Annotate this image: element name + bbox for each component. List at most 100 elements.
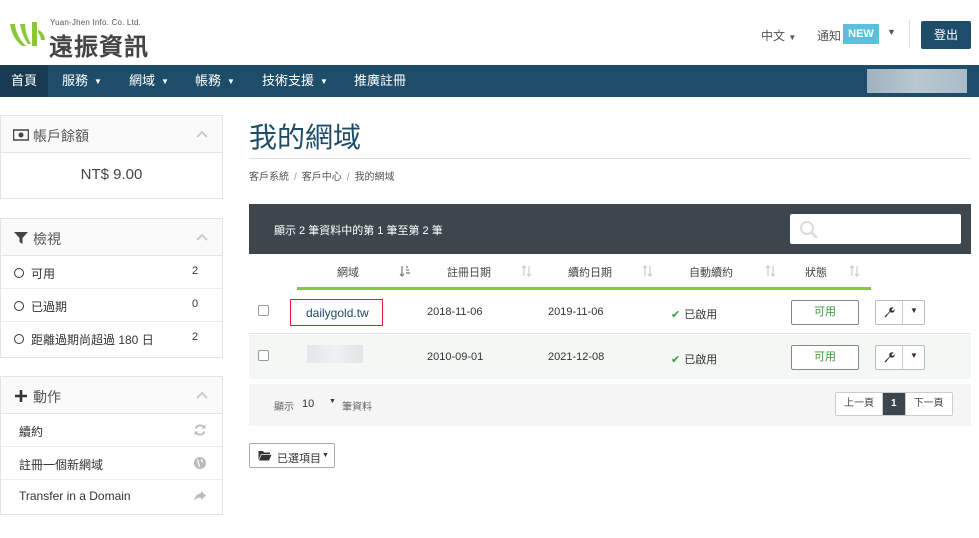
page-size-suffix: 筆資料	[342, 402, 372, 413]
search-input[interactable]	[790, 214, 961, 244]
filter-icon	[14, 232, 28, 244]
breadcrumb-item: 我的網域	[354, 172, 395, 183]
registered-date: 2018-11-06	[427, 306, 483, 318]
actions-panel-title: 動作	[33, 389, 61, 405]
chevron-up-icon[interactable]	[196, 129, 208, 139]
nav-item-label: 推廣註冊	[354, 73, 407, 88]
plus-icon	[15, 390, 27, 402]
registered-date: 2010-09-01	[427, 351, 484, 363]
logo-company-name: Yuan-Jhen Info. Co. Ltd.	[50, 18, 142, 27]
view-filter-expired[interactable]: 已過期 0	[1, 289, 222, 322]
nav-item-services[interactable]: 服務 ▼	[62, 65, 102, 97]
nav-item-label: 首頁	[10, 73, 37, 88]
chevron-up-icon[interactable]	[196, 390, 208, 400]
chevron-down-icon: ▼	[322, 452, 329, 459]
nav-item-domains[interactable]: 網域 ▼	[129, 65, 169, 97]
action-label: 註冊一個新網域	[19, 458, 104, 472]
view-filter-count: 2	[192, 265, 199, 277]
column-header-status[interactable]: 狀態	[781, 254, 871, 290]
radio-icon[interactable]	[14, 268, 24, 278]
folder-open-icon	[258, 451, 272, 461]
action-label: 續約	[19, 425, 44, 439]
chevron-down-icon[interactable]: ▼	[329, 398, 336, 405]
status-button[interactable]: 可用	[791, 300, 859, 325]
auto-renew-status: ✔ 已啟用	[671, 306, 717, 322]
user-account-menu[interactable]	[867, 69, 967, 93]
balance-panel-header[interactable]: 帳戶餘額	[1, 116, 222, 153]
balance-panel-title: 帳戶餘額	[33, 128, 89, 144]
check-icon: ✔	[671, 354, 681, 366]
page-title: 我的網域	[249, 122, 362, 153]
nav-item-home[interactable]: 首頁	[0, 65, 48, 97]
column-header-label: 自動續約	[689, 267, 733, 279]
sort-icon	[849, 265, 860, 277]
domain-link[interactable]: dailygold.tw	[306, 306, 369, 320]
column-header-renewal[interactable]: 續約日期	[538, 254, 659, 290]
language-selector[interactable]: 中文 ▼	[761, 27, 796, 44]
notifications-badge[interactable]: NEW	[843, 24, 879, 44]
table-toolbar: 顯示 2 筆資料中的第 1 筆至第 2 筆	[249, 204, 971, 254]
view-filter-label: 可用	[31, 267, 56, 281]
domain-tools-button[interactable]: ▼	[875, 345, 925, 370]
chevron-down-icon[interactable]: ▼	[910, 351, 918, 360]
table-row: 2010-09-01 2021-12-08 ✔ 已啟用 可用 ▼	[249, 335, 971, 379]
chevron-down-icon[interactable]: ▼	[887, 27, 896, 37]
action-label: Transfer in a Domain	[19, 489, 131, 503]
breadcrumb-item[interactable]: 客戶中心	[302, 172, 342, 183]
view-filter-active[interactable]: 可用 2	[1, 256, 222, 289]
row-checkbox[interactable]	[258, 305, 269, 316]
selected-items-label: 已選項目	[277, 453, 321, 465]
selected-items-button[interactable]: 已選項目 ▼	[249, 443, 335, 468]
next-page-button[interactable]: 下一頁	[904, 393, 952, 415]
column-header-label: 網域	[337, 267, 359, 279]
column-header-domain[interactable]: 網域	[297, 254, 417, 290]
nav-item-affiliates[interactable]: 推廣註冊	[354, 65, 406, 97]
nav-item-billing[interactable]: 帳務 ▼	[195, 65, 235, 97]
renewal-date: 2021-12-08	[548, 351, 605, 363]
sort-icon	[642, 265, 653, 277]
nav-item-support[interactable]: 技術支援 ▼	[262, 65, 328, 97]
table-header-row: 網域 註冊日期 續約日期 自動續約 狀態	[249, 254, 971, 290]
domain-tools-button[interactable]: ▼	[875, 300, 925, 325]
action-transfer-domain[interactable]: Transfer in a Domain	[1, 480, 222, 513]
logo-brand-name: 遠振資訊	[49, 34, 149, 61]
chevron-down-icon[interactable]: ▼	[910, 306, 918, 315]
breadcrumb-item[interactable]: 客戶系統	[249, 172, 289, 183]
actions-panel: 動作 續約 註冊一個新網域 Transfer in a Domain	[0, 376, 223, 515]
header: Yuan-Jhen Info. Co. Ltd. 遠振資訊 中文 ▼ 通知 NE…	[0, 0, 979, 65]
column-header-auto-renew[interactable]: 自動續約	[659, 254, 781, 290]
notifications-label[interactable]: 通知	[817, 27, 841, 44]
logout-button[interactable]: 登出	[921, 21, 971, 49]
view-filter-count: 2	[192, 331, 199, 343]
action-register-domain[interactable]: 註冊一個新網域	[1, 447, 222, 480]
action-renew[interactable]: 續約	[1, 414, 222, 447]
renewal-date: 2019-11-06	[548, 306, 604, 318]
row-checkbox[interactable]	[258, 350, 269, 361]
view-panel-header[interactable]: 檢視	[1, 219, 222, 256]
radio-icon[interactable]	[14, 334, 24, 344]
view-filter-over-180-days[interactable]: 距離過期尚超過 180 日 2	[1, 322, 222, 355]
nav-item-label: 技術支援	[262, 73, 315, 88]
prev-page-button[interactable]: 上一頁	[836, 393, 882, 415]
nav-item-label: 網域	[129, 73, 156, 88]
radio-icon[interactable]	[14, 301, 24, 311]
main-navbar: 首頁 服務 ▼ 網域 ▼ 帳務 ▼ 技術支援 ▼ 推廣註冊	[0, 65, 979, 97]
chevron-down-icon: ▼	[227, 77, 235, 86]
chevron-down-icon: ▼	[788, 33, 797, 42]
view-panel-title: 檢視	[33, 231, 61, 247]
logo-mark-icon	[10, 22, 45, 46]
button-divider	[902, 346, 903, 369]
actions-panel-header[interactable]: 動作	[1, 377, 222, 414]
chevron-up-icon[interactable]	[196, 232, 208, 242]
view-filter-count: 0	[192, 298, 199, 310]
view-filter-label: 已過期	[31, 300, 68, 314]
logo[interactable]: Yuan-Jhen Info. Co. Ltd. 遠振資訊	[6, 14, 148, 61]
wrench-icon	[884, 352, 895, 363]
domain-link-redacted[interactable]	[307, 345, 363, 363]
column-header-registered[interactable]: 註冊日期	[417, 254, 538, 290]
nav-item-label: 服務	[62, 73, 89, 88]
view-filter-label: 距離過期尚超過 180 日	[31, 333, 154, 347]
current-page-button[interactable]: 1	[882, 393, 905, 415]
wrench-icon	[884, 307, 895, 318]
status-button[interactable]: 可用	[791, 345, 859, 370]
